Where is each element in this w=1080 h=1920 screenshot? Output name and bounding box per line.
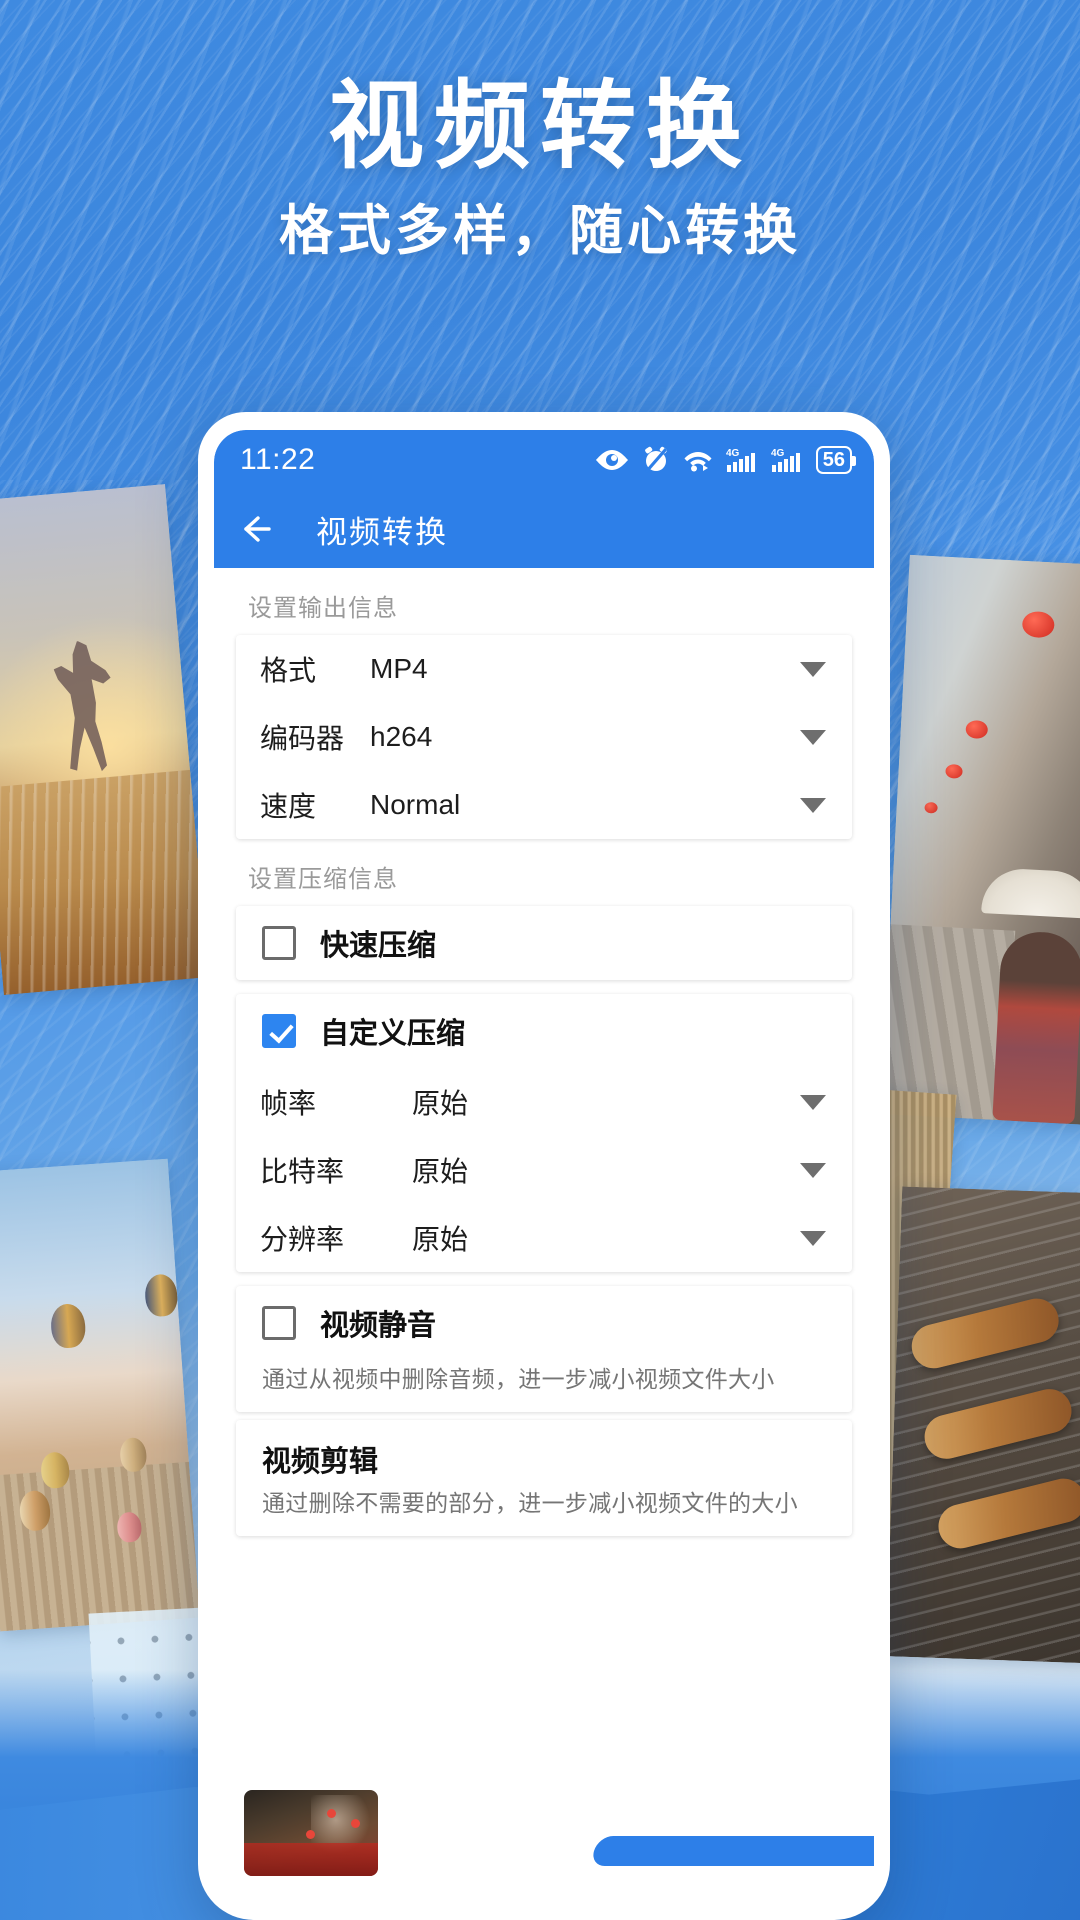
chevron-down-icon[interactable]	[800, 1230, 826, 1246]
collage-photo-hot-air-balloons	[0, 1158, 200, 1632]
poster-subtitle: 格式多样，随心转换	[279, 201, 801, 261]
trim-video-description: 通过删除不需要的部分，进一步减小视频文件的大小	[262, 1490, 798, 1516]
mute-video-description: 通过从视频中删除音频，进一步减小视频文件大小	[262, 1366, 775, 1392]
photo-rock-formations	[0, 1461, 200, 1632]
wifi-icon	[684, 452, 712, 472]
row-framerate[interactable]: 帧率 原始	[236, 1068, 852, 1136]
row-encoder-value: h264	[370, 721, 433, 752]
custom-compress-card: 自定义压缩 帧率 原始 比特率 原始 分辨率 原始	[236, 994, 852, 1272]
custom-compress-label: 自定义压缩	[320, 1018, 466, 1050]
signal-4g-icon: 4G	[771, 448, 800, 472]
custom-compress-checkbox[interactable]	[262, 1014, 296, 1048]
custom-compress-row[interactable]: 自定义压缩	[236, 994, 852, 1068]
row-resolution-value: 原始	[412, 1224, 469, 1255]
chevron-down-icon[interactable]	[800, 1094, 826, 1110]
battery-icon: 56	[815, 446, 857, 474]
photo-lady-figure	[992, 929, 1080, 1125]
trim-video-label: 视频剪辑	[262, 1446, 379, 1478]
output-settings-card: 格式 MP4 编码器 h264 速度 Normal	[236, 635, 852, 839]
poster-title: 视频转换	[328, 73, 752, 180]
row-resolution-label: 分辨率	[260, 1224, 345, 1255]
row-resolution[interactable]: 分辨率 原始	[236, 1204, 852, 1272]
svg-text:4G: 4G	[771, 448, 785, 459]
app-bar-title: 视频转换	[316, 514, 448, 550]
bottom-action-button[interactable]	[589, 1836, 874, 1866]
back-arrow-icon[interactable]	[236, 509, 276, 549]
fast-compress-row[interactable]: 快速压缩	[236, 906, 852, 980]
row-speed-label: 速度	[260, 791, 317, 822]
fast-compress-card: 快速压缩	[236, 906, 852, 980]
trim-video-card[interactable]: 视频剪辑 通过删除不需要的部分，进一步减小视频文件的大小	[236, 1420, 852, 1536]
row-speed[interactable]: 速度 Normal	[236, 771, 852, 839]
photo-sea-region	[0, 770, 209, 995]
chevron-down-icon[interactable]	[800, 729, 826, 745]
row-format-label: 格式	[260, 655, 317, 686]
compress-section-label: 设置压缩信息	[248, 866, 398, 893]
chevron-down-icon[interactable]	[800, 797, 826, 813]
settings-content: 设置输出信息 格式 MP4 编码器 h264 速度 Normal 设置压缩信息 …	[214, 568, 874, 1920]
row-speed-value: Normal	[370, 789, 461, 820]
fast-compress-checkbox[interactable]	[262, 926, 296, 960]
row-bitrate[interactable]: 比特率 原始	[236, 1136, 852, 1204]
phone-mockup: 11:22 4G 4G 56 视频转换 设置输出信息 格式 MP4 编码器 h2…	[198, 412, 890, 1920]
signal-4g-icon: 4G	[726, 448, 755, 472]
status-bar-icons: 4G 4G 56	[595, 446, 857, 474]
mute-video-card[interactable]: 视频静音 通过从视频中删除音频，进一步减小视频文件大小	[236, 1286, 852, 1412]
collage-photo-alley-cheongsam	[880, 554, 1080, 1126]
row-format-value: MP4	[370, 653, 428, 684]
battery-level-label: 56	[822, 449, 845, 471]
fast-compress-label: 快速压缩	[320, 930, 437, 962]
row-framerate-label: 帧率	[260, 1088, 317, 1119]
row-framerate-value: 原始	[412, 1088, 469, 1119]
video-thumbnail[interactable]	[244, 1790, 378, 1876]
eye-icon	[595, 450, 628, 470]
row-format[interactable]: 格式 MP4	[236, 635, 852, 703]
mute-video-row[interactable]: 视频静音	[236, 1286, 852, 1360]
mute-video-label: 视频静音	[320, 1310, 437, 1342]
collage-photo-bread-loaves	[885, 1186, 1080, 1664]
row-encoder[interactable]: 编码器 h264	[236, 703, 852, 771]
phone-screen: 11:22 4G 4G 56 视频转换 设置输出信息 格式 MP4 编码器 h2…	[214, 430, 874, 1920]
row-encoder-label: 编码器	[260, 723, 345, 754]
status-bar: 11:22 4G 4G 56	[214, 430, 874, 490]
row-bitrate-label: 比特率	[260, 1156, 345, 1187]
alarm-muted-icon	[644, 446, 667, 474]
chevron-down-icon[interactable]	[800, 661, 826, 677]
mute-video-checkbox[interactable]	[262, 1306, 296, 1340]
row-bitrate-value: 原始	[412, 1156, 469, 1187]
app-bar: 视频转换	[214, 490, 874, 568]
status-bar-clock: 11:22	[240, 443, 316, 476]
output-section-label: 设置输出信息	[248, 595, 398, 622]
chevron-down-icon[interactable]	[800, 1162, 826, 1178]
svg-text:4G: 4G	[726, 448, 740, 459]
